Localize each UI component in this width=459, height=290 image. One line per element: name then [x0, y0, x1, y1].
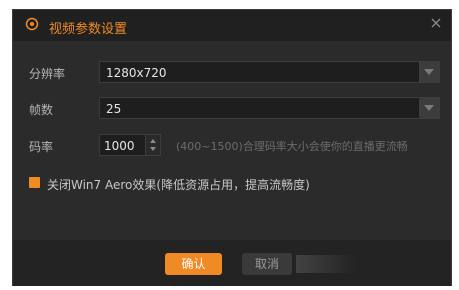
close-icon[interactable]	[429, 16, 443, 30]
target-icon	[25, 17, 39, 31]
bitrate-hint: (400~1500)合理码率大小会使你的直播更流畅	[176, 140, 408, 153]
chevron-down-icon	[424, 69, 434, 75]
dialog-footer: 确认 取消	[13, 240, 451, 286]
resolution-dropdown-button[interactable]	[419, 62, 439, 82]
framerate-dropdown-button[interactable]	[419, 98, 439, 118]
chevron-down-icon	[424, 105, 434, 111]
framerate-label: 帧数	[29, 103, 54, 117]
video-settings-dialog: 视频参数设置 分辨率 1280x720 帧数 25 码率 1000 (400~1…	[12, 9, 452, 286]
aero-checkbox-label[interactable]: 关闭Win7 Aero效果(降低资源占用，提高流畅度)	[47, 176, 310, 193]
resolution-select[interactable]: 1280x720	[99, 61, 440, 83]
bitrate-label: 码率	[29, 140, 54, 154]
dialog-title: 视频参数设置	[49, 22, 128, 37]
confirm-button[interactable]: 确认	[165, 253, 222, 275]
framerate-value: 25	[106, 102, 122, 116]
aero-checkbox[interactable]	[29, 177, 40, 188]
resolution-value: 1280x720	[106, 66, 167, 80]
bitrate-stepper[interactable]: 1000	[99, 134, 161, 156]
button-shadow	[296, 255, 356, 273]
framerate-select[interactable]: 25	[99, 97, 440, 119]
bitrate-value: 1000	[104, 139, 135, 153]
bitrate-spin-buttons[interactable]	[145, 135, 160, 155]
cancel-button[interactable]: 取消	[242, 253, 292, 275]
spin-arrows-icon	[150, 139, 156, 151]
resolution-label: 分辨率	[29, 67, 66, 81]
title-bar: 视频参数设置	[13, 10, 451, 41]
